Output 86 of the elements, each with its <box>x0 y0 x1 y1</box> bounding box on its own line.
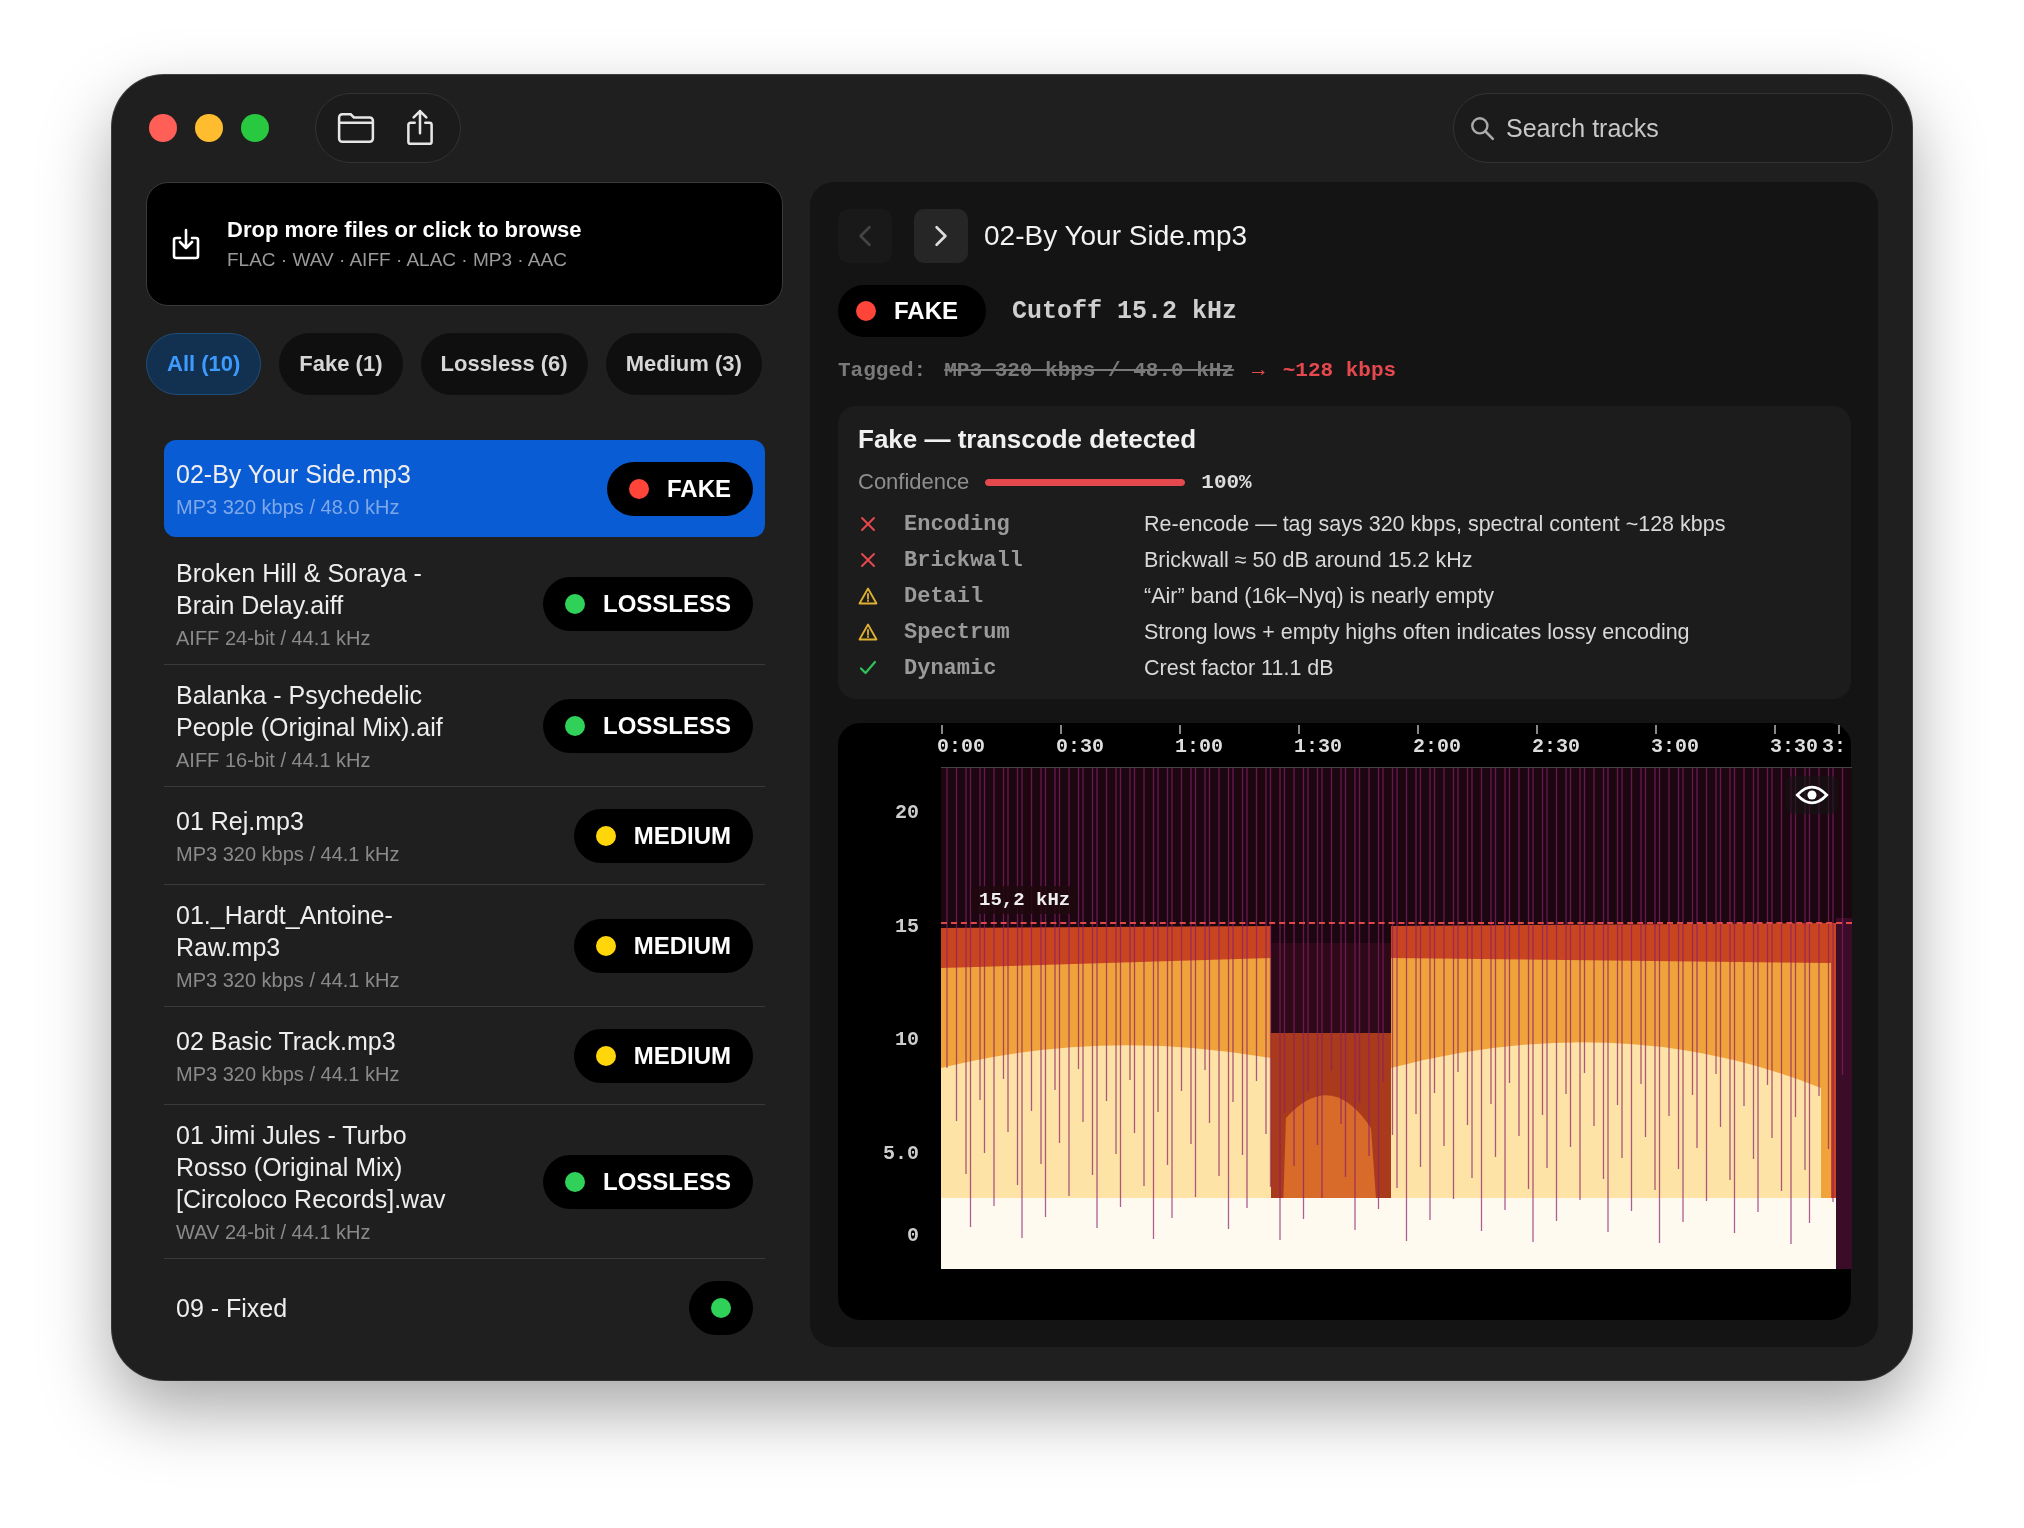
time-axis-label: 3:30 <box>1770 735 1818 758</box>
minimize-button[interactable] <box>195 114 223 142</box>
track-title: 02 Basic Track.mp3 <box>176 1026 397 1057</box>
track-row[interactable]: 01._Hardt_Antoine-Raw.mp3 MP3 320 kbps / 44.1 kHz MEDIUM <box>164 885 765 1007</box>
status-label: MEDIUM <box>633 931 731 960</box>
frequency-axis-label: 10 <box>895 1028 919 1051</box>
warning-icon <box>858 586 878 606</box>
tagged-format: MP3 320 kbps / 48.0 kHz <box>944 359 1235 382</box>
track-format: WAV 24-bit / 44.1 kHz <box>176 1221 372 1244</box>
confidence-value: 100% <box>1201 470 1252 494</box>
track-row[interactable]: Broken Hill & Soraya - Brain Delay.aiff AIFF 24-bit / 44.1 kHz LOSSLESS <box>164 543 765 665</box>
time-axis-label: 2:00 <box>1413 735 1461 758</box>
track-title: Broken Hill & Soraya - Brain Delay.aiff <box>176 558 423 621</box>
track-row[interactable]: 01 Rej.mp3 MP3 320 kbps / 44.1 kHz MEDIUM <box>164 787 765 885</box>
time-axis-label: 1:30 <box>1294 735 1342 758</box>
arrow-text: → <box>1252 359 1265 382</box>
zoom-button[interactable] <box>241 114 269 142</box>
import-icon <box>171 227 201 261</box>
search-icon <box>1469 115 1495 141</box>
cutoff-reading: Cutoff 15.2 kHz <box>1012 296 1238 326</box>
track-format: MP3 320 kbps / 44.1 kHz <box>176 843 401 866</box>
check-name: Detail <box>904 583 985 609</box>
time-axis-label: 0:00 <box>937 735 985 758</box>
status-label: LOSSLESS <box>602 589 731 618</box>
check-name: Spectrum <box>904 619 1011 645</box>
time-axis-label: 1:00 <box>1175 735 1223 758</box>
track-row[interactable]: 02 Basic Track.mp3 MP3 320 kbps / 44.1 kHz MEDIUM <box>164 1007 765 1105</box>
filter-chip[interactable]: Fake (1) <box>279 333 403 395</box>
verdict-label: FAKE <box>894 297 958 325</box>
confidence-label: Confidence <box>858 469 970 495</box>
track-row[interactable]: 02-By Your Side.mp3 MP3 320 kbps / 48.0 kHz FAKE <box>164 440 765 537</box>
actual-bitrate: ~128 kbps <box>1282 359 1397 382</box>
time-axis-label: 0:30 <box>1056 735 1104 758</box>
filter-chip[interactable]: Medium (3) <box>605 333 762 395</box>
track-title: Balanka - Psychedelic People (Original Mix).aif <box>176 680 444 743</box>
check-name: Dynamic <box>904 655 998 681</box>
check-detail: Re-encode — tag says 320 kbps, spectral content ~128 kbps <box>1144 511 1726 537</box>
status-label: LOSSLESS <box>602 711 731 740</box>
cross-icon <box>858 514 878 534</box>
status-label: MEDIUM <box>633 1041 731 1070</box>
track-format: AIFF 24-bit / 44.1 kHz <box>176 627 372 650</box>
check-detail: Strong lows + empty highs often indicates lossy encoding <box>1144 619 1690 645</box>
check-detail: Crest factor 11.1 dB <box>1144 655 1334 681</box>
drop-zone[interactable]: Drop more files or click to browse FLAC · WAV · AIFF · ALAC · MP3 · AAC <box>146 182 783 306</box>
chevron-right-icon <box>934 225 948 247</box>
filter-chip[interactable]: All (10) <box>146 333 262 395</box>
time-axis-label: 2:30 <box>1532 735 1580 758</box>
warning-icon <box>858 622 878 642</box>
track-row[interactable]: 09 - Fixed <box>164 1259 765 1347</box>
track-row[interactable]: Balanka - Psychedelic People (Original Mix).aif AIFF 16-bit / 44.1 kHz LOSSLESS <box>164 665 765 787</box>
format-list: FLAC · WAV · AIFF · ALAC · MP3 · AAC <box>227 249 582 271</box>
tagged-label: Tagged: <box>838 359 927 382</box>
track-title: 09 - Fixed <box>176 1292 289 1324</box>
close-button[interactable] <box>149 114 177 142</box>
frequency-axis-label: 20 <box>895 801 919 824</box>
chevron-left-icon <box>858 225 872 247</box>
track-format: MP3 320 kbps / 48.0 kHz <box>176 496 401 519</box>
track-title: 01._Hardt_Antoine-Raw.mp3 <box>176 900 394 963</box>
time-axis-label: 3: <box>1822 735 1846 758</box>
track-title: 01 Jimi Jules - Turbo Rosso (Original Mix) [Circoloco Records].wav <box>176 1120 447 1215</box>
eye-icon[interactable] <box>1786 776 1838 814</box>
analysis-title: Fake — transcode detected <box>858 424 1198 455</box>
check-detail: “Air” band (16k–Nyq) is nearly empty <box>1144 583 1495 609</box>
cross-icon <box>858 550 878 570</box>
status-label: LOSSLESS <box>602 1167 731 1196</box>
track-row[interactable]: 01 Jimi Jules - Turbo Rosso (Original Mix) [Circoloco Records].wav WAV 24-bit / 44.1 kHz LOSSLESS <box>164 1105 765 1259</box>
next-button[interactable] <box>914 209 968 263</box>
search-field[interactable]: Search tracks <box>1453 93 1893 163</box>
frequency-axis-label: 0 <box>907 1224 919 1247</box>
check-name: Brickwall <box>904 547 1024 573</box>
track-format: AIFF 16-bit / 44.1 kHz <box>176 749 372 772</box>
track-title: 02-By Your Side.mp3 <box>176 459 412 490</box>
filter-chip[interactable]: Lossless (6) <box>420 333 588 395</box>
drop-zone-title: Drop more files or click to browse <box>227 217 582 243</box>
frequency-axis-label: 5.0 <box>883 1142 919 1165</box>
track-format: MP3 320 kbps / 44.1 kHz <box>176 1063 401 1086</box>
track-name: 02-By Your Side.mp3 <box>984 220 1248 252</box>
status-label: MEDIUM <box>633 821 731 850</box>
track-format: MP3 320 kbps / 44.1 kHz <box>176 969 401 992</box>
cutoff-label: 15,2 kHz <box>971 886 1079 914</box>
check-detail: Brickwall ≈ 50 dB around 15.2 kHz <box>1144 547 1473 573</box>
check-name: Encoding <box>904 511 1011 537</box>
status-label: FAKE <box>667 474 731 503</box>
time-axis-label: 3:00 <box>1651 735 1699 758</box>
track-title: 01 Rej.mp3 <box>176 806 305 837</box>
frequency-axis-label: 15 <box>895 915 919 938</box>
